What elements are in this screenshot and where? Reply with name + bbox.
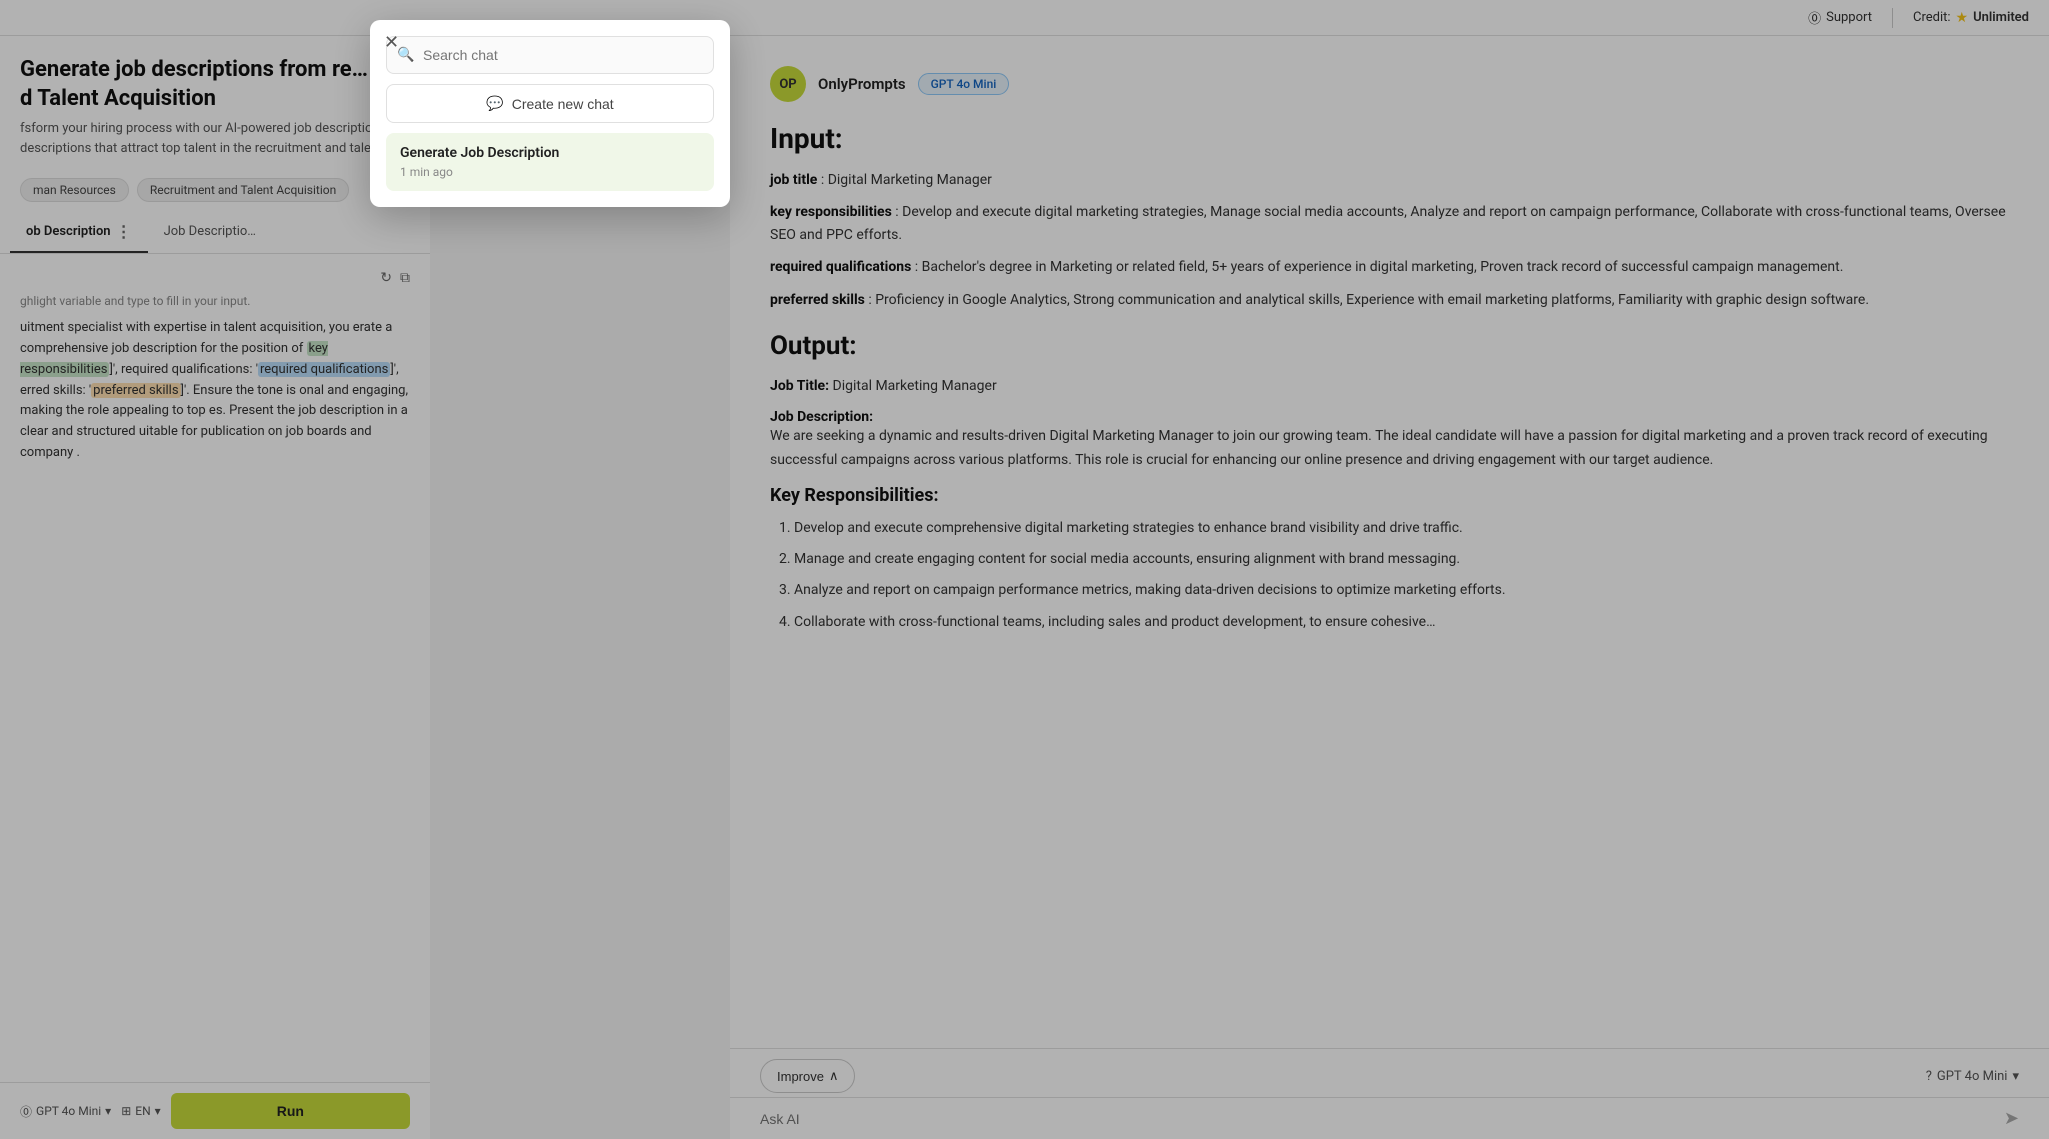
chat-bubble-icon: 💬 <box>486 95 503 112</box>
modal-close-button[interactable]: ✕ <box>384 32 399 53</box>
modal-overlay[interactable] <box>0 0 2049 1139</box>
chat-modal: ✕ 🔍 💬 Create new chat Generate Job Descr… <box>370 20 730 207</box>
modal-body: 🔍 💬 Create new chat Generate Job Descrip… <box>370 20 730 207</box>
create-new-chat-button[interactable]: 💬 Create new chat <box>386 84 714 123</box>
search-icon: 🔍 <box>397 47 414 63</box>
chat-list-item[interactable]: Generate Job Description 1 min ago <box>386 133 714 191</box>
create-new-label: Create new chat <box>512 96 614 112</box>
search-chat-input[interactable] <box>386 36 714 74</box>
chat-item-title: Generate Job Description <box>400 145 700 161</box>
search-wrapper: 🔍 <box>386 36 714 74</box>
chat-item-time: 1 min ago <box>400 165 700 179</box>
